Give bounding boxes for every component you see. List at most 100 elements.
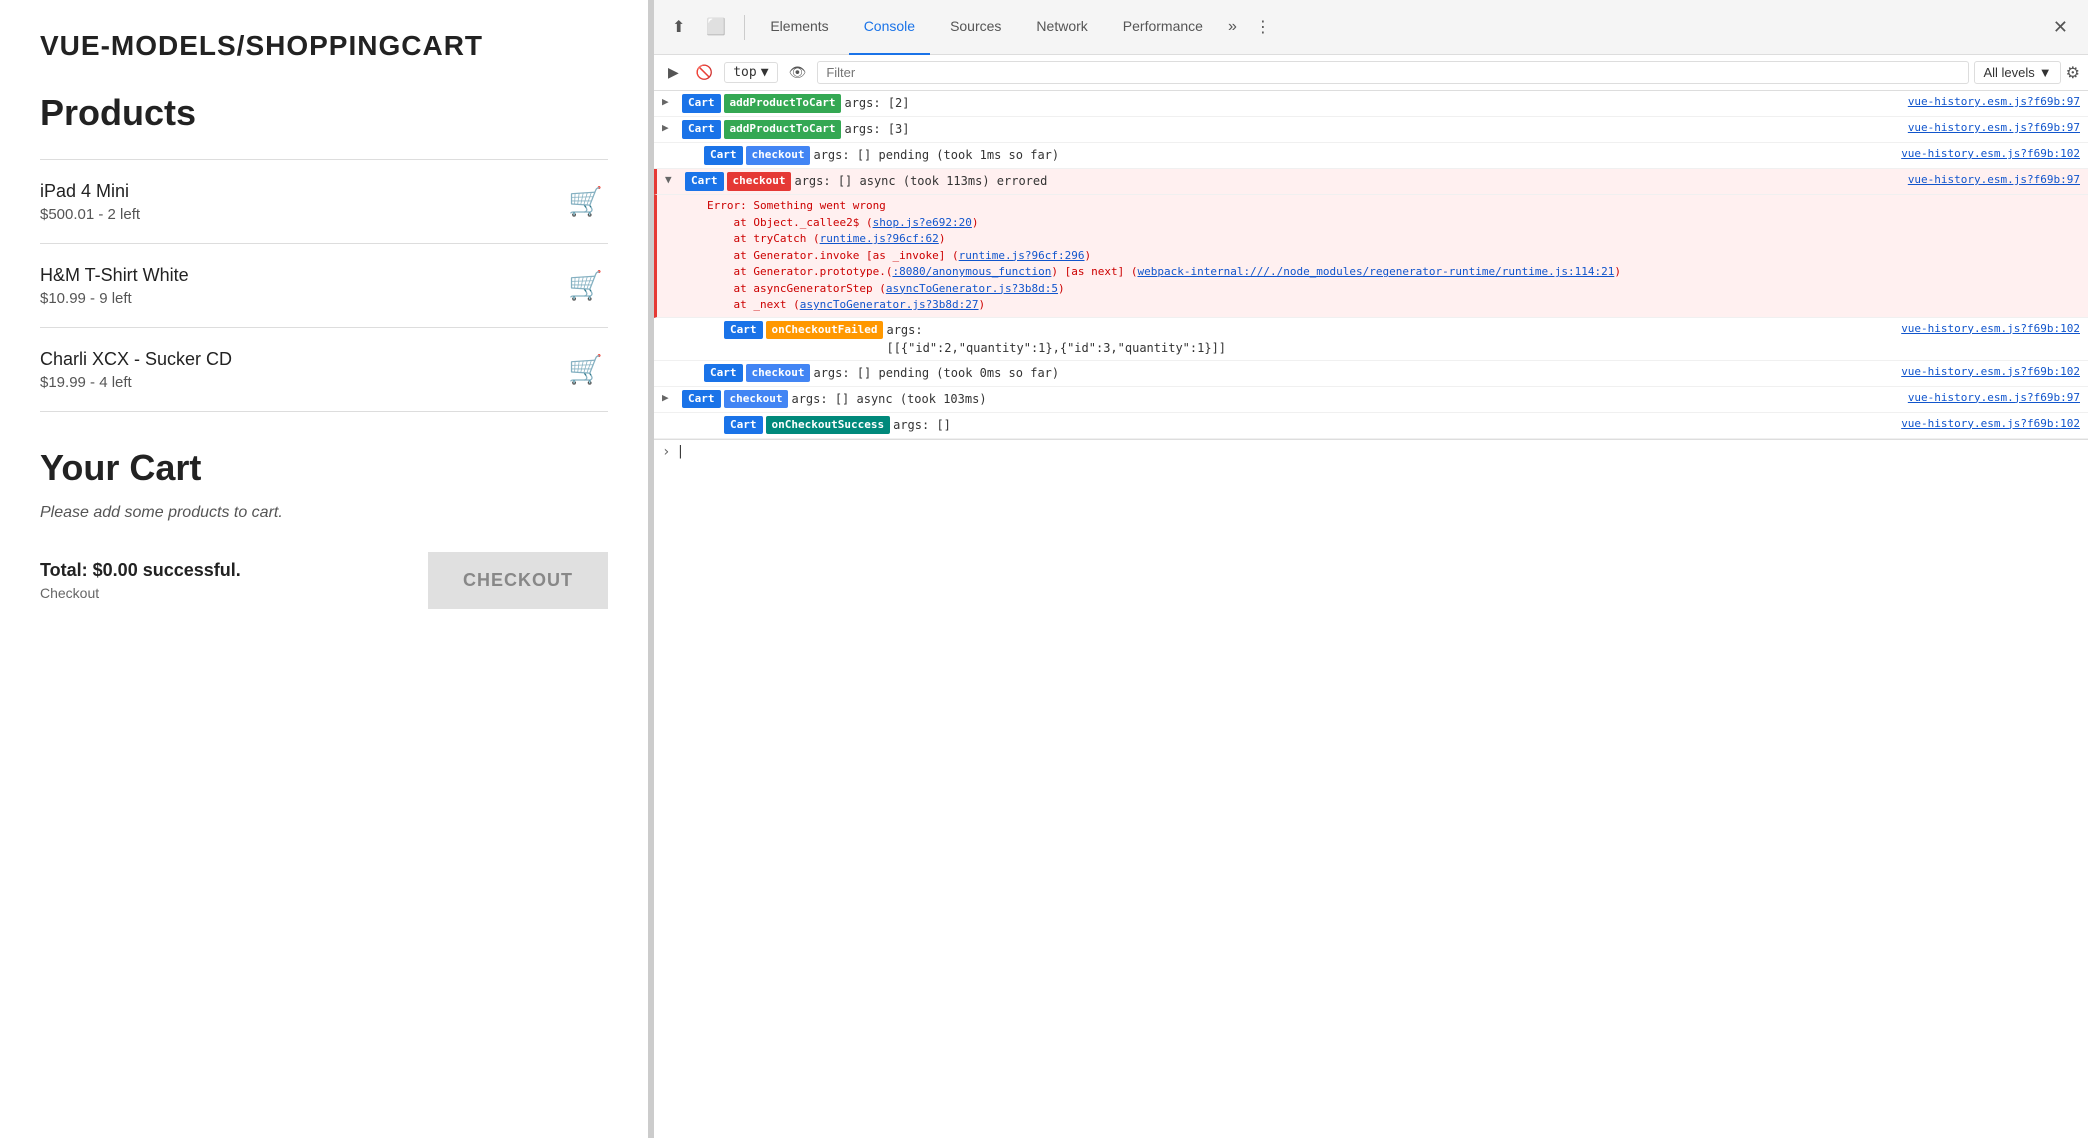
context-selector[interactable]: top ▼ <box>724 62 777 83</box>
console-line-2: ▶ Cart addProductToCart args: [3] vue-hi… <box>654 117 2088 143</box>
badge-method-8: onCheckoutSuccess <box>766 416 891 435</box>
products-heading: Products <box>40 92 608 134</box>
console-source-5[interactable]: vue-history.esm.js?f69b:102 <box>1901 321 2080 338</box>
app-title: VUE-MODELS/SHOPPINGCART <box>40 30 608 62</box>
product-info-0: iPad 4 Mini $500.01 - 2 left <box>40 181 140 223</box>
badge-cart-8: Cart <box>724 416 763 435</box>
add-to-cart-button-2[interactable]: 🛒 <box>563 348 608 391</box>
console-sub-toolbar: ▶ 🚫 top ▼ 👁 All levels ▼ ⚙ <box>654 55 2088 91</box>
console-source-2[interactable]: vue-history.esm.js?f69b:97 <box>1908 120 2080 137</box>
badge-cart-2: Cart <box>682 120 721 139</box>
console-text-8: args: [] <box>893 416 1901 434</box>
devtools-panel: ⬆ ⬜ Elements Console Sources Network Per… <box>654 0 2088 1138</box>
product-name-1: H&M T-Shirt White <box>40 265 189 286</box>
console-line-8: Cart onCheckoutSuccess args: [] vue-hist… <box>654 413 2088 439</box>
product-item-1: H&M T-Shirt White $10.99 - 9 left 🛒 <box>40 244 608 328</box>
console-line-6: Cart checkout args: [] pending (took 0ms… <box>654 361 2088 387</box>
badge-cart-5: Cart <box>724 321 763 340</box>
add-to-cart-button-1[interactable]: 🛒 <box>563 264 608 307</box>
device-icon-btn[interactable]: ⬜ <box>698 12 734 42</box>
console-line-7: ▶ Cart checkout args: [] async (took 103… <box>654 387 2088 413</box>
badge-method-1: addProductToCart <box>724 94 842 113</box>
badge-method-2: addProductToCart <box>724 120 842 139</box>
console-source-3[interactable]: vue-history.esm.js?f69b:102 <box>1901 146 2080 163</box>
console-output: ▶ Cart addProductToCart args: [2] vue-hi… <box>654 91 2088 1138</box>
console-block-btn[interactable]: 🚫 <box>690 61 719 84</box>
product-item-2: Charli XCX - Sucker CD $19.99 - 4 left 🛒 <box>40 328 608 412</box>
console-line-3: Cart checkout args: [] pending (took 1ms… <box>654 143 2088 169</box>
add-to-cart-button-0[interactable]: 🛒 <box>563 180 608 223</box>
tab-network[interactable]: Network <box>1021 0 1102 55</box>
badge-method-6: checkout <box>746 364 811 383</box>
console-source-4[interactable]: vue-history.esm.js?f69b:97 <box>1908 172 2080 189</box>
console-source-6[interactable]: vue-history.esm.js?f69b:102 <box>1901 364 2080 381</box>
cart-total-area: Total: $0.00 successful. Checkout <box>40 560 241 601</box>
expand-arrow-4[interactable]: ▼ <box>665 172 681 189</box>
devtools-close-btn[interactable]: ✕ <box>2043 12 2078 43</box>
devtools-toolbar: ⬆ ⬜ Elements Console Sources Network Per… <box>654 0 2088 55</box>
app-panel: VUE-MODELS/SHOPPINGCART Products iPad 4 … <box>0 0 650 1138</box>
console-line-error-detail: Error: Something went wrong at Object._c… <box>654 195 2088 318</box>
cart-section: Your Cart Please add some products to ca… <box>40 447 608 609</box>
cart-empty-message: Please add some products to cart. <box>40 504 608 522</box>
link-anon[interactable]: :8080/anonymous_function <box>892 265 1051 278</box>
badge-cart-7: Cart <box>682 390 721 409</box>
console-run-btn[interactable]: ▶ <box>662 61 685 84</box>
tab-sources[interactable]: Sources <box>935 0 1016 55</box>
badge-cart-1: Cart <box>682 94 721 113</box>
expand-arrow-2[interactable]: ▶ <box>662 120 678 137</box>
cart-checkout-label: Checkout <box>40 585 241 601</box>
console-line-4: ▼ Cart checkout args: [] async (took 113… <box>654 169 2088 195</box>
link-webpack[interactable]: webpack-internal:///./node_modules/regen… <box>1138 265 1615 278</box>
filter-input[interactable] <box>817 61 1969 84</box>
console-text-6: args: [] pending (took 0ms so far) <box>813 364 1901 382</box>
products-section: Products iPad 4 Mini $500.01 - 2 left 🛒 … <box>40 92 608 412</box>
badge-method-7: checkout <box>724 390 789 409</box>
more-tabs-button[interactable]: » <box>1223 13 1242 41</box>
console-source-8[interactable]: vue-history.esm.js?f69b:102 <box>1901 416 2080 433</box>
product-price-0: $500.01 - 2 left <box>40 206 140 223</box>
link-runtime-1[interactable]: runtime.js?96cf:62 <box>820 232 939 245</box>
console-text-1: args: [2] <box>844 94 1907 112</box>
badge-method-3: checkout <box>746 146 811 165</box>
product-name-0: iPad 4 Mini <box>40 181 140 202</box>
devtools-options-btn[interactable]: ⋮ <box>1247 12 1279 42</box>
console-text-7: args: [] async (took 103ms) <box>791 390 1907 408</box>
tab-performance[interactable]: Performance <box>1108 0 1218 55</box>
input-prompt: › <box>662 444 670 460</box>
toolbar-separator-1 <box>744 15 745 40</box>
expand-arrow-7[interactable]: ▶ <box>662 390 678 407</box>
badge-method-4: checkout <box>727 172 792 191</box>
console-text-2: args: [3] <box>844 120 1907 138</box>
console-text-3: args: [] pending (took 1ms so far) <box>813 146 1901 164</box>
expand-arrow-1[interactable]: ▶ <box>662 94 678 111</box>
console-source-7[interactable]: vue-history.esm.js?f69b:97 <box>1908 390 2080 407</box>
console-text-4: args: [] async (took 113ms) errored <box>794 172 1907 190</box>
tab-console[interactable]: Console <box>849 0 930 55</box>
console-error-detail-text: Error: Something went wrong at Object._c… <box>707 198 2080 314</box>
console-source-1[interactable]: vue-history.esm.js?f69b:97 <box>1908 94 2080 111</box>
link-async2[interactable]: asyncToGenerator.js?3b8d:27 <box>800 298 979 311</box>
tab-elements[interactable]: Elements <box>755 0 843 55</box>
settings-icon-btn[interactable]: ⚙ <box>2066 63 2080 83</box>
levels-dropdown-btn[interactable]: All levels ▼ <box>1974 61 2060 84</box>
console-line-1: ▶ Cart addProductToCart args: [2] vue-hi… <box>654 91 2088 117</box>
cursor-icon-btn[interactable]: ⬆ <box>664 12 693 42</box>
eye-icon-btn[interactable]: 👁 <box>783 61 813 84</box>
cart-total-text: Total: $0.00 successful. <box>40 560 241 581</box>
product-info-1: H&M T-Shirt White $10.99 - 9 left <box>40 265 189 307</box>
badge-cart-4: Cart <box>685 172 724 191</box>
console-cursor[interactable]: | <box>676 444 684 459</box>
link-runtime-2[interactable]: runtime.js?96cf:296 <box>959 249 1085 262</box>
levels-dropdown-arrow-icon: ▼ <box>2039 65 2052 80</box>
checkout-button[interactable]: CHECKOUT <box>428 552 608 609</box>
link-shop-js[interactable]: shop.js?e692:20 <box>873 216 972 229</box>
link-async1[interactable]: asyncToGenerator.js?3b8d:5 <box>886 282 1058 295</box>
console-input-line: › | <box>654 439 2088 464</box>
badge-method-5: onCheckoutFailed <box>766 321 884 340</box>
console-text-5: args: [[{"id":2,"quantity":1},{"id":3,"q… <box>886 321 1901 357</box>
context-dropdown-icon: ▼ <box>761 65 769 80</box>
levels-label: All levels <box>1983 65 2034 80</box>
product-name-2: Charli XCX - Sucker CD <box>40 349 232 370</box>
product-price-1: $10.99 - 9 left <box>40 290 189 307</box>
